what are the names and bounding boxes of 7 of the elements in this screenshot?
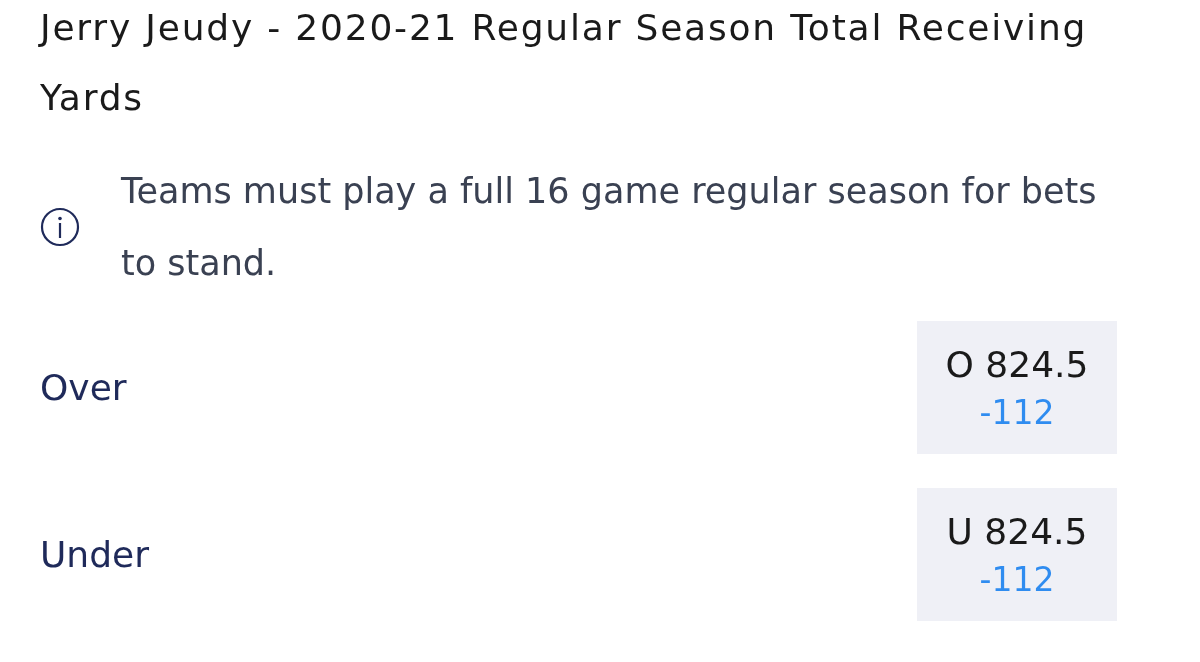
outcome-label: Under	[40, 534, 149, 575]
outcome-label: Over	[40, 367, 127, 408]
market-title: Jerry Jeudy - 2020-21 Regular Season Total Receiving Yards	[40, 6, 1089, 120]
odds-button[interactable]: O 824.5 -112	[917, 321, 1117, 454]
odds-button[interactable]: U 824.5 -112	[917, 488, 1117, 621]
notice-text: Teams must play a full 16 game regular season for bets to stand.	[121, 170, 1098, 285]
info-icon	[40, 207, 80, 247]
